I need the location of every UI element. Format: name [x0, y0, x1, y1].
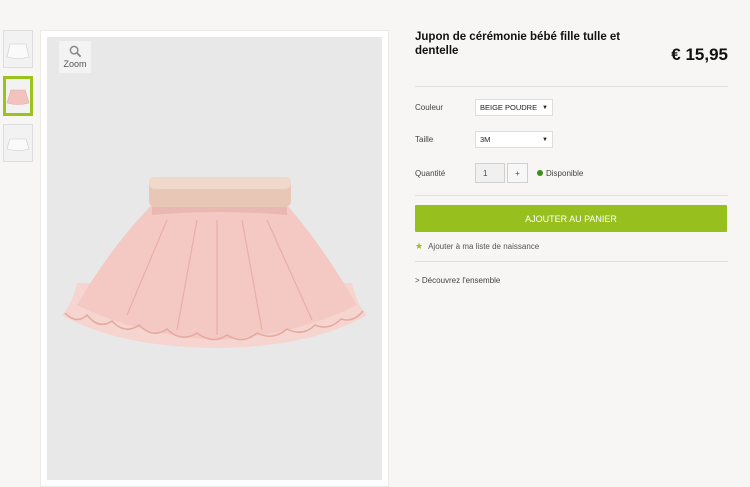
dropdown-arrow-icon: ▼	[542, 136, 548, 143]
availability-dot-icon	[537, 170, 543, 176]
dropdown-arrow-icon: ▼	[542, 104, 548, 111]
wishlist-text: Ajouter à ma liste de naissance	[428, 242, 540, 251]
thumbnail-list	[3, 30, 33, 170]
size-select-value: 3M	[480, 135, 491, 144]
quantity-label: Quantité	[415, 168, 446, 178]
quantity-field[interactable]: 1	[475, 163, 505, 183]
product-photo-skirt[interactable]	[57, 165, 377, 355]
add-to-wishlist-link[interactable]: ★ Ajouter à ma liste de naissance	[415, 241, 728, 252]
add-to-cart-button[interactable]: AJOUTER AU PANIER	[415, 205, 727, 232]
divider	[415, 86, 728, 87]
thumbnail-3[interactable]	[3, 124, 33, 162]
product-info-panel: Jupon de cérémonie bébé fille tulle et d…	[415, 30, 728, 285]
color-select-value: BEIGE POUDRE	[480, 103, 538, 112]
discover-set-link[interactable]: > Découvrez l'ensemble	[415, 276, 728, 285]
pink-skirt-thumbnail-icon	[6, 89, 30, 105]
color-row: Couleur BEIGE POUDRE ▼	[415, 99, 728, 116]
product-title: Jupon de cérémonie bébé fille tulle et d…	[415, 31, 621, 57]
quantity-row: Quantité 1 + Disponible	[415, 163, 728, 183]
size-label: Taille	[415, 135, 434, 144]
star-icon: ★	[415, 241, 424, 251]
size-select[interactable]: 3M ▼	[475, 131, 553, 148]
thumbnail-2[interactable]	[3, 76, 33, 116]
product-price: € 15,95	[671, 45, 728, 64]
white-skirt-thumbnail-icon	[6, 138, 30, 151]
divider	[415, 261, 728, 262]
magnifier-icon	[69, 45, 81, 58]
white-skirt-thumbnail-icon	[6, 43, 30, 59]
color-label: Couleur	[415, 103, 444, 112]
zoom-label: Zoom	[63, 59, 87, 69]
availability-status: Disponible	[537, 169, 583, 178]
product-image-panel: Zoom	[40, 30, 389, 487]
availability-text: Disponible	[546, 168, 584, 178]
size-row: Taille 3M ▼	[415, 131, 728, 148]
product-image-area: Zoom	[47, 37, 382, 480]
zoom-button[interactable]: Zoom	[59, 41, 91, 73]
quantity-plus-button[interactable]: +	[507, 163, 528, 183]
thumbnail-1[interactable]	[3, 30, 33, 68]
divider	[415, 195, 728, 196]
color-select[interactable]: BEIGE POUDRE ▼	[475, 99, 553, 116]
